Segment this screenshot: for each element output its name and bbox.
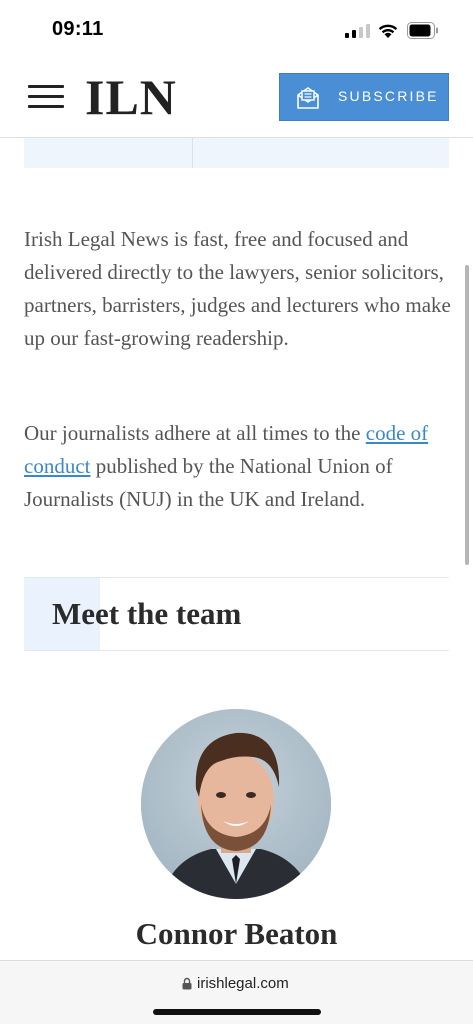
menu-line [28,105,64,108]
battery-icon [407,22,438,39]
site-header: ILN SUBSCRIBE [0,62,473,138]
status-bar: 09:11 [0,0,473,62]
status-time: 09:11 [52,18,104,40]
avatar-portrait [141,709,331,899]
box-divider [192,138,193,168]
lock-icon [182,977,192,990]
wifi-icon [378,24,398,38]
about-paragraph: Irish Legal News is fast, free and focus… [24,227,451,350]
team-member-name[interactable]: Connor Beaton [0,916,473,952]
envelope-icon [297,87,319,109]
team-member-avatar [141,709,331,899]
menu-line [28,95,64,98]
subscribe-button[interactable]: SUBSCRIBE [279,73,449,121]
cellular-signal-icon [345,24,370,38]
url-text[interactable]: irishlegal.com [197,975,289,992]
browser-url-bar[interactable]: irishlegal.com [0,960,473,1024]
site-logo[interactable]: ILN [85,68,177,126]
conduct-text-before: Our journalists adhere at all times to t… [24,421,366,445]
home-indicator[interactable] [153,1009,321,1015]
menu-line [28,85,64,88]
page-scrollbar[interactable] [465,265,469,565]
meet-the-team-section: Meet the team [24,577,449,651]
hamburger-menu-icon[interactable] [28,82,64,112]
team-heading: Meet the team [52,596,242,631]
subscribe-label: SUBSCRIBE [338,88,439,104]
conduct-paragraph: Our journalists adhere at all times to t… [24,417,454,516]
partial-info-box [24,138,449,168]
